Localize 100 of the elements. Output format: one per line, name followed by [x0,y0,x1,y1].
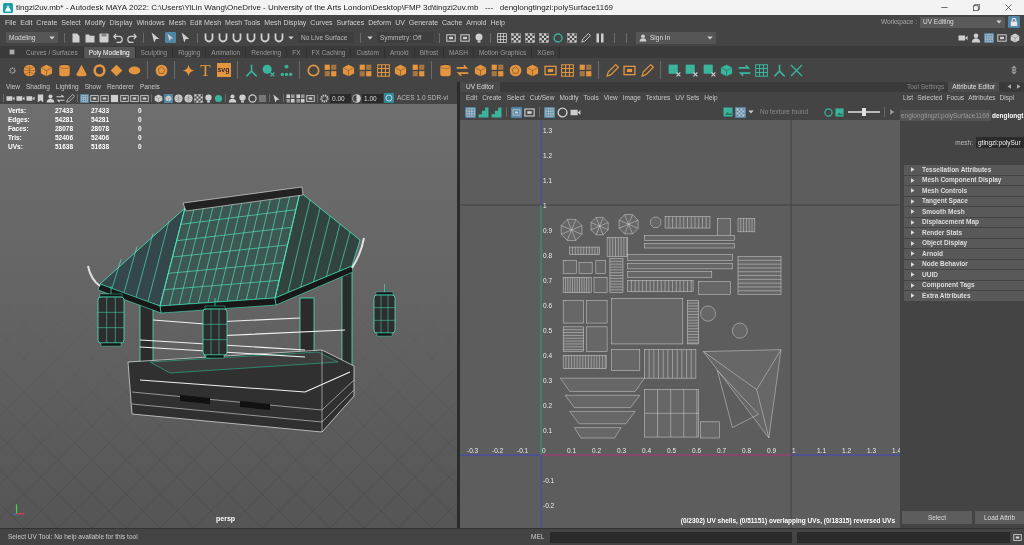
square-cross-icon[interactable] [667,63,681,77]
sphere-icon[interactable] [184,93,193,103]
squares-icon[interactable] [359,63,372,77]
right-triangle-icon[interactable] [910,240,915,246]
person-icon[interactable] [971,32,981,43]
right-triangle-icon[interactable] [1016,84,1021,89]
checker-icon[interactable] [525,32,535,43]
frame-icon[interactable] [623,63,636,77]
camera-icon[interactable] [26,93,35,103]
frame-icon[interactable] [120,93,129,103]
grid-icon[interactable] [376,63,390,77]
square-icon[interactable] [110,93,119,103]
frame-icon[interactable] [130,93,139,103]
right-triangle-icon[interactable] [910,261,915,267]
undo-icon[interactable] [113,32,123,43]
close-icon[interactable] [1004,4,1012,11]
cursor-icon[interactable] [272,93,281,103]
pen-icon[interactable] [581,32,591,43]
caret-icon[interactable] [707,34,713,41]
pen-icon[interactable] [605,63,619,77]
checker-icon[interactable] [567,32,577,43]
pause-icon[interactable] [595,32,605,43]
grid-icon[interactable] [561,63,574,77]
dots-icon[interactable] [279,63,293,77]
scroll-arrows-icon[interactable] [1009,65,1019,75]
frame-icon[interactable] [446,32,456,43]
cylinder-icon[interactable] [57,63,71,77]
frame-icon[interactable] [1013,532,1022,542]
polyhedron-icon[interactable] [508,63,522,77]
cube-icon[interactable] [473,63,487,77]
bulb-icon[interactable] [474,32,484,43]
frame-icon[interactable] [511,106,522,118]
ring-icon[interactable] [306,63,320,77]
half-circle-icon[interactable] [352,93,361,103]
sphere-icon[interactable] [22,63,36,77]
right-triangle-icon[interactable] [910,251,915,257]
squares-icon[interactable] [578,63,592,77]
grid-icon[interactable] [465,106,476,118]
person-icon[interactable] [228,93,237,103]
magnet-icon[interactable] [246,32,256,43]
cross-icon[interactable] [790,63,803,77]
cube-icon[interactable] [526,63,539,77]
right-triangle-icon[interactable] [910,198,915,204]
right-triangle-icon[interactable] [910,293,915,299]
magnet-icon[interactable] [204,32,214,43]
person-icon[interactable] [46,93,55,103]
right-triangle-icon[interactable] [910,177,915,183]
ring-icon[interactable] [248,93,257,103]
square-cross-icon[interactable] [685,63,698,77]
caret-icon[interactable] [367,34,373,41]
square-cross-icon[interactable] [702,63,716,77]
magnet-icon[interactable] [274,32,284,43]
settings-icon[interactable] [9,66,16,74]
tripod-icon[interactable] [244,63,258,77]
cube-icon[interactable] [164,93,173,103]
magnet-icon[interactable] [260,32,270,43]
caret-icon[interactable] [748,109,754,115]
ring-icon[interactable] [553,32,563,43]
arrows-icon[interactable] [56,93,65,103]
cube-icon[interactable] [40,63,53,77]
cube-icon[interactable] [341,63,355,77]
slider-thumb[interactable] [862,108,866,116]
settings-icon[interactable] [320,93,329,103]
grid-icon[interactable] [80,93,89,103]
magnet-icon[interactable] [232,32,242,43]
right-triangle-icon[interactable] [910,219,915,225]
command-result-field[interactable] [797,531,1010,543]
squares-icon[interactable] [411,63,425,77]
slider[interactable] [848,108,880,116]
bulb-icon[interactable] [204,93,213,103]
checker-icon[interactable] [539,32,549,43]
right-triangle-icon[interactable] [910,209,915,215]
caret-icon[interactable] [996,19,1002,25]
right-triangle-icon[interactable] [910,282,915,288]
cube-icon[interactable] [1010,32,1020,43]
right-triangle-icon[interactable] [910,230,915,236]
squares-icon[interactable] [286,93,295,103]
grid-icon[interactable] [984,32,994,43]
frame-icon[interactable] [997,32,1007,43]
cube-icon[interactable] [154,93,163,103]
frame-icon[interactable] [543,63,557,77]
squares-icon[interactable] [296,93,305,103]
polyhedron-icon[interactable] [154,63,168,77]
person-icon[interactable] [639,33,647,42]
magnet-icon[interactable] [218,32,228,43]
caret-icon[interactable] [49,34,55,41]
right-triangle-icon[interactable] [910,167,915,173]
grid-icon[interactable] [497,32,507,43]
sphere-icon[interactable] [174,93,183,103]
stairs-icon[interactable] [491,106,502,118]
ring-icon[interactable] [384,93,394,103]
cone-icon[interactable] [75,63,88,77]
pen-icon[interactable] [640,63,654,77]
frame-icon[interactable] [140,93,149,103]
cursor-icon[interactable] [150,32,161,43]
minimize-icon[interactable] [940,4,948,11]
squares-icon[interactable] [324,63,337,77]
grid-icon[interactable] [755,63,768,77]
maximize-icon[interactable] [972,4,980,11]
sparkle-icon[interactable] [181,63,195,77]
